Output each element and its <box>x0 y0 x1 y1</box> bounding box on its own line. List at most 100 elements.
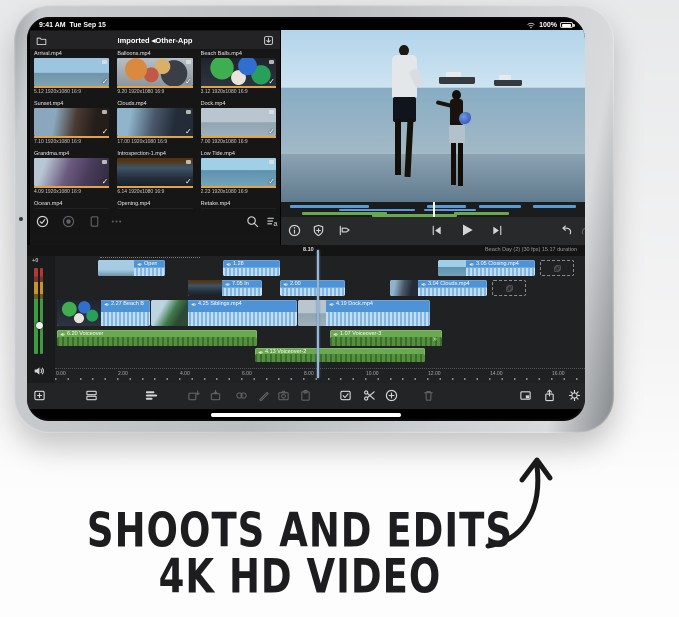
gear-icon[interactable] <box>568 389 581 402</box>
clip-label: 7.05 In <box>225 281 249 287</box>
media-type-icon <box>186 160 191 164</box>
info-icon[interactable] <box>288 224 301 237</box>
add-circle-icon[interactable] <box>385 389 398 402</box>
clip-thumbnail[interactable]: ✓ <box>117 158 192 186</box>
library-clip[interactable]: Dock.mp4✓7.00 1920x1080 16:9 <box>197 99 280 149</box>
share-icon[interactable] <box>543 389 556 402</box>
clip-name: Low Tide.mp4 <box>201 150 276 158</box>
overwrite-icon[interactable] <box>209 389 222 402</box>
ruler-tick-label: 6.00 <box>242 371 252 377</box>
more-icon[interactable] <box>110 215 123 228</box>
library-clip[interactable]: Beach Balls.mp4✓3.12 1920x1080 16:9 <box>197 49 280 99</box>
preview-horizon <box>281 87 585 88</box>
speaker-icon <box>258 350 263 355</box>
timeline-clip[interactable]: 7.05 In <box>188 280 262 296</box>
volume-knob[interactable] <box>36 322 43 329</box>
waveform <box>255 354 425 362</box>
ghost-clip-outline <box>540 260 574 276</box>
timeline-ruler[interactable]: 0.002.004.006.008.0010.0012.0014.0016.00 <box>55 368 585 383</box>
add-media-icon[interactable] <box>33 389 46 402</box>
timeline-playhead[interactable] <box>317 250 319 378</box>
status-bar: 9:41 AM Tue Sep 15 100% <box>27 17 585 31</box>
speaker-icon <box>225 282 230 287</box>
timeline-clip[interactable]: 6.20 Voiceover <box>57 330 257 346</box>
library-clip[interactable]: Clouds.mp4✓17.00 1920x1080 16:9 <box>113 99 196 149</box>
clip-name: Balloons.mp4 <box>117 50 192 58</box>
copy-icon <box>553 264 562 273</box>
clip-thumbnail[interactable]: ✓ <box>201 58 276 86</box>
undo-icon[interactable] <box>560 224 573 237</box>
timeline-clip[interactable]: 4.25 Siblings.mp4 <box>151 300 297 326</box>
timeline-clip[interactable]: 1.28 <box>223 260 280 276</box>
search-icon[interactable] <box>246 215 259 228</box>
timeline-clip[interactable]: 1.07 Voiceover-3 <box>330 330 442 346</box>
clip-thumbnail[interactable]: ✓ <box>34 158 109 186</box>
clip-thumbnail[interactable]: ✓ <box>34 58 109 86</box>
timeline-clip[interactable]: 3.04 Clouds.mp4 <box>390 280 487 296</box>
timeline-tracks[interactable]: Open 1.28 3.05 Closing.mp4 7.05 In 2.00 3.04 … <box>55 256 585 368</box>
clip-name: Arrival.mp4 <box>34 50 109 58</box>
clip-thumbnail[interactable]: ✓ <box>117 108 192 136</box>
clip-frame-thumbnail <box>438 260 466 276</box>
preview-beach-ball <box>459 112 472 125</box>
link-icon[interactable] <box>235 389 248 402</box>
overview-playhead[interactable] <box>433 202 435 217</box>
timeline-clip[interactable]: Open <box>98 260 165 276</box>
insert-icon[interactable] <box>187 389 200 402</box>
library-clip[interactable]: Low Tide.mp4✓2.23 1920x1080 16:9 <box>197 149 280 199</box>
video-preview[interactable] <box>281 30 585 202</box>
skip-back-icon[interactable] <box>430 224 443 237</box>
clip-name: Introspection-1.mp4 <box>117 150 192 158</box>
timeline-clip[interactable]: 4.13 Voiceover-2 <box>255 348 425 362</box>
skip-forward-icon[interactable] <box>491 224 504 237</box>
marker-icon[interactable] <box>338 224 351 237</box>
import-icon[interactable] <box>263 35 274 46</box>
clip-list-icon[interactable] <box>85 389 98 402</box>
select-check-icon[interactable] <box>36 215 49 228</box>
snapshot-icon[interactable] <box>277 389 290 402</box>
preview-overview-strip[interactable] <box>281 202 585 217</box>
speaker-icon <box>421 282 426 287</box>
redo-icon[interactable] <box>580 224 585 237</box>
library-clip[interactable]: Balloons.mp4✓9.20 1920x1080 16:9 <box>113 49 196 99</box>
library-toolbar-spacer <box>30 235 280 245</box>
folder-icon[interactable] <box>36 35 47 46</box>
home-indicator[interactable] <box>211 413 401 417</box>
library-clip[interactable]: Sunset.mp4✓7.10 1920x1080 16:9 <box>30 99 113 149</box>
shield-plus-icon[interactable] <box>312 224 325 237</box>
play-icon[interactable] <box>459 222 475 238</box>
timeline-clip[interactable]: 2.27 Beach B <box>57 300 150 326</box>
clip-thumbnail[interactable]: ✓ <box>117 58 192 86</box>
clip-name: Clouds.mp4 <box>117 100 192 108</box>
scissors-icon[interactable] <box>363 389 376 402</box>
library-clip[interactable]: Arrival.mp4✓5.12 1920x1080 16:9 <box>30 49 113 99</box>
select-square-icon[interactable] <box>339 389 352 402</box>
clip-thumbnail[interactable]: ✓ <box>201 158 276 186</box>
sort-az-icon[interactable]: a <box>266 215 279 228</box>
speaker-icon[interactable] <box>33 365 45 377</box>
timeline-clip[interactable]: 3.05 Closing.mp4 <box>438 260 535 276</box>
checkmark-icon: ✓ <box>185 178 192 186</box>
copy-icon <box>505 284 514 293</box>
pip-icon[interactable] <box>519 389 532 402</box>
track-tools-icon[interactable] <box>145 389 158 402</box>
file-icon[interactable] <box>88 215 101 228</box>
clip-thumbnail[interactable]: ✓ <box>201 108 276 136</box>
clip-name: Retake.mp4 <box>201 200 276 208</box>
checkmark-icon: ✓ <box>102 78 109 86</box>
clipboard-icon[interactable] <box>299 389 312 402</box>
clip-label: 6.20 Voiceover <box>60 331 103 337</box>
record-icon[interactable] <box>62 215 75 228</box>
library-title[interactable]: Imported ◂Other-App <box>47 36 263 45</box>
library-clip[interactable]: Grandma.mp4✓4.09 1920x1080 16:9 <box>30 149 113 199</box>
clip-name: Opening.mp4 <box>117 200 192 208</box>
clip-thumbnail[interactable]: ✓ <box>34 108 109 136</box>
speaker-icon <box>137 262 142 267</box>
waveform <box>280 288 345 296</box>
trash-icon[interactable] <box>422 389 435 402</box>
ruler-tick-label: 4.00 <box>180 371 190 377</box>
timeline-clip[interactable]: 2.00 <box>280 280 345 296</box>
pen-icon[interactable] <box>257 389 270 402</box>
library-toolbar: a <box>30 208 280 235</box>
library-clip[interactable]: Introspection-1.mp4✓6.14 1920x1080 16:9 <box>113 149 196 199</box>
